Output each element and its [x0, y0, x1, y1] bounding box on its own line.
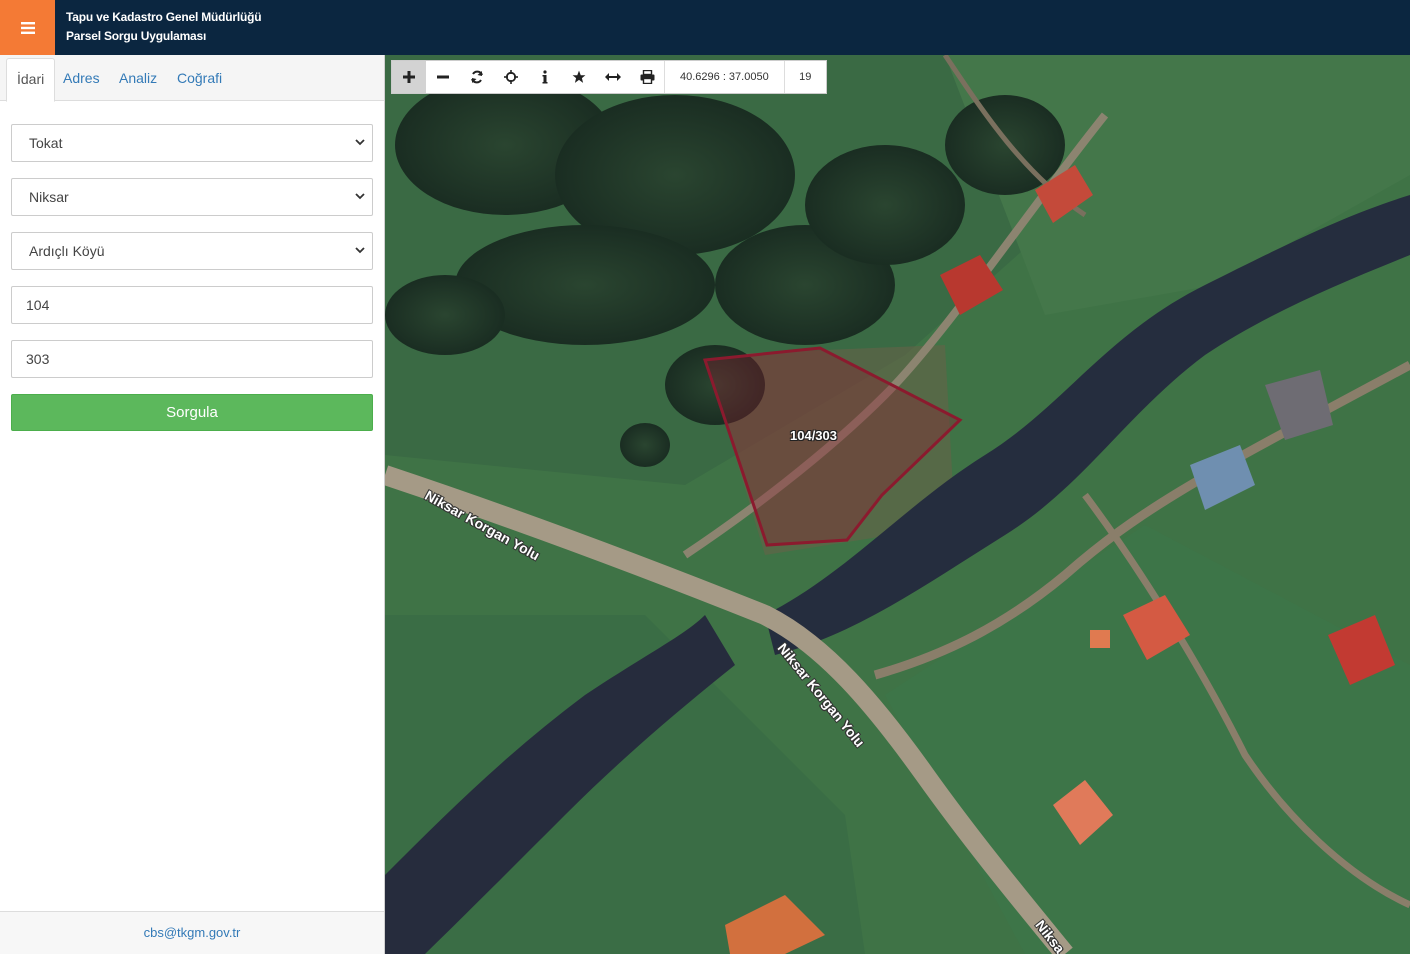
tab-analiz[interactable]: Analiz	[109, 58, 167, 101]
map-view[interactable]: 40.6296 : 37.0050 19 104/303 Niksar Korg…	[385, 55, 1410, 954]
province-select[interactable]: Tokat	[11, 124, 373, 162]
sidebar: İdari Adres Analiz Coğrafi Tokat Niksar …	[0, 55, 385, 954]
zoom-level-readout: 19	[783, 61, 826, 93]
parcel-label: 104/303	[790, 428, 837, 443]
star-icon	[572, 70, 586, 83]
print-button[interactable]	[630, 61, 664, 93]
coordinate-readout: 40.6296 : 37.0050	[664, 61, 784, 93]
parcel-no-value: 303	[26, 351, 50, 367]
hamburger-menu-button[interactable]	[0, 0, 55, 55]
satellite-imagery	[385, 55, 1410, 954]
app-name: Parsel Sorgu Uygulaması	[66, 29, 207, 43]
province-value: Tokat	[29, 135, 63, 151]
info-button[interactable]	[528, 61, 562, 93]
app-header: Tapu ve Kadastro Genel Müdürlüğü Parsel …	[0, 0, 1410, 55]
refresh-button[interactable]	[460, 61, 494, 93]
neighborhood-select[interactable]: Ardıçlı Köyü	[11, 232, 373, 270]
map-toolbar: 40.6296 : 37.0050 19	[391, 60, 827, 94]
block-no-value: 104	[26, 297, 50, 313]
neighborhood-value: Ardıçlı Köyü	[29, 243, 105, 259]
chevron-down-icon	[355, 139, 365, 146]
zoom-in-button[interactable]	[392, 61, 426, 93]
chevron-down-icon	[355, 193, 365, 200]
refresh-icon	[471, 70, 483, 84]
favorite-button[interactable]	[562, 61, 596, 93]
measure-button[interactable]	[596, 61, 630, 93]
locate-button[interactable]	[494, 61, 528, 93]
query-submit-button[interactable]: Sorgula	[11, 394, 373, 431]
measure-icon	[605, 73, 621, 81]
info-icon	[542, 70, 548, 84]
org-name: Tapu ve Kadastro Genel Müdürlüğü	[66, 10, 262, 24]
district-value: Niksar	[29, 189, 69, 205]
crosshair-icon	[504, 70, 518, 84]
parcel-no-input[interactable]: 303	[11, 340, 373, 378]
tab-adres[interactable]: Adres	[53, 58, 110, 101]
print-icon	[640, 70, 654, 84]
district-select[interactable]: Niksar	[11, 178, 373, 216]
zoom-out-button[interactable]	[426, 61, 460, 93]
query-form: Tokat Niksar Ardıçlı Köyü 104 303 Sorgul…	[11, 124, 373, 431]
plus-icon	[403, 71, 415, 83]
app-title: Tapu ve Kadastro Genel Müdürlüğü Parsel …	[66, 8, 262, 46]
tab-idari[interactable]: İdari	[6, 58, 56, 102]
tab-cografi[interactable]: Coğrafi	[167, 58, 232, 101]
block-no-input[interactable]: 104	[11, 286, 373, 324]
contact-email-link[interactable]: cbs@tkgm.gov.tr	[0, 911, 384, 954]
minus-icon	[437, 75, 449, 79]
tab-bar: İdari Adres Analiz Coğrafi	[0, 55, 384, 102]
hamburger-icon	[20, 21, 35, 34]
chevron-down-icon	[355, 247, 365, 254]
